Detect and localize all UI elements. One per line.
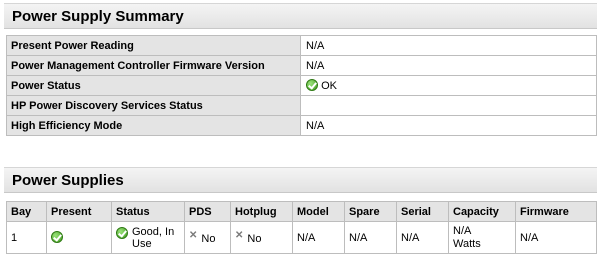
column-header-spare: Spare bbox=[344, 201, 397, 222]
hotplug-value: No bbox=[247, 233, 262, 245]
serial-cell: N/A bbox=[396, 221, 449, 254]
table-row: 1 Good, In Use ✕ No ✕ No N/A N/A N/A N/A W bbox=[6, 221, 597, 254]
status-text-line1: Good, In bbox=[132, 225, 175, 238]
summary-value: N/A bbox=[300, 55, 597, 76]
summary-value: N/A bbox=[300, 115, 597, 136]
summary-label: HP Power Discovery Services Status bbox=[6, 95, 301, 116]
summary-label: Power Management Controller Firmware Ver… bbox=[6, 55, 301, 76]
summary-value: N/A bbox=[300, 35, 597, 56]
pds-value: No bbox=[201, 233, 216, 245]
status-text-line2: Use bbox=[132, 237, 152, 250]
column-header-present: Present bbox=[46, 201, 112, 222]
column-header-pds: PDS bbox=[184, 201, 231, 222]
column-header-bay: Bay bbox=[6, 201, 47, 222]
summary-label: Present Power Reading bbox=[6, 35, 301, 56]
summary-value-cell: OK bbox=[300, 75, 597, 96]
ok-check-icon bbox=[116, 226, 128, 239]
power-supplies-title: Power Supplies bbox=[4, 167, 597, 193]
x-icon: ✕ bbox=[235, 230, 244, 241]
summary-row: Present Power Reading N/A bbox=[6, 35, 597, 56]
present-cell bbox=[46, 221, 112, 254]
summary-row: Power Status OK bbox=[6, 75, 597, 96]
firmware-cell: N/A bbox=[515, 221, 597, 254]
bay-cell: 1 bbox=[6, 221, 47, 254]
status-cell: Good, In Use bbox=[111, 221, 185, 254]
power-supply-summary-title: Power Supply Summary bbox=[4, 3, 597, 29]
column-header-hotplug: Hotplug bbox=[230, 201, 293, 222]
pds-cell: ✕ No bbox=[184, 221, 231, 254]
capacity-line2: Watts bbox=[453, 237, 481, 250]
model-cell: N/A bbox=[292, 221, 345, 254]
power-supply-summary-table: Present Power Reading N/A Power Manageme… bbox=[6, 35, 597, 136]
summary-row: HP Power Discovery Services Status bbox=[6, 95, 597, 116]
spare-cell: N/A bbox=[344, 221, 397, 254]
capacity-line1: N/A bbox=[453, 224, 472, 237]
column-header-serial: Serial bbox=[396, 201, 449, 222]
hotplug-cell: ✕ No bbox=[230, 221, 293, 254]
power-supplies-table: Bay Present Status PDS Hotplug Model Spa… bbox=[6, 201, 597, 254]
summary-row: Power Management Controller Firmware Ver… bbox=[6, 55, 597, 76]
column-header-model: Model bbox=[292, 201, 345, 222]
column-header-status: Status bbox=[111, 201, 185, 222]
x-icon: ✕ bbox=[189, 230, 198, 241]
column-header-capacity: Capacity bbox=[448, 201, 516, 222]
summary-row: High Efficiency Mode N/A bbox=[6, 115, 597, 136]
ok-check-icon bbox=[306, 79, 318, 91]
capacity-cell: N/A Watts bbox=[448, 221, 516, 254]
summary-value bbox=[300, 95, 597, 116]
column-header-firmware: Firmware bbox=[515, 201, 597, 222]
power-status-value: OK bbox=[321, 80, 337, 92]
summary-label: Power Status bbox=[6, 75, 301, 96]
summary-label: High Efficiency Mode bbox=[6, 115, 301, 136]
table-header-row: Bay Present Status PDS Hotplug Model Spa… bbox=[6, 201, 597, 222]
ok-check-icon bbox=[51, 231, 63, 243]
